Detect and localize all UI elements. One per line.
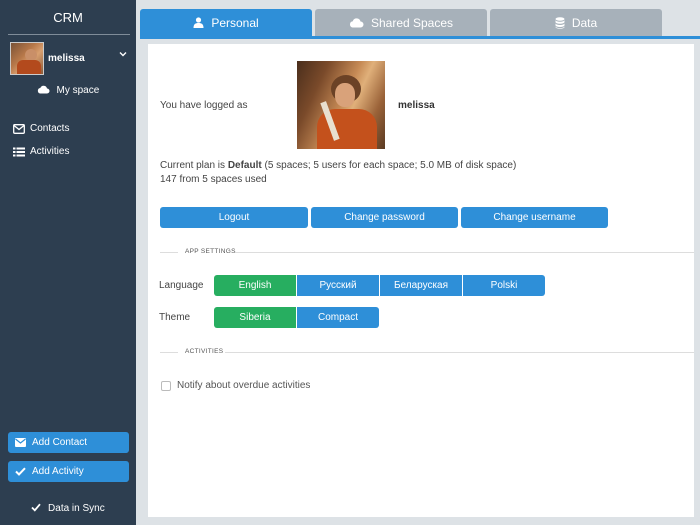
- avatar: [297, 61, 385, 149]
- user-icon: [193, 17, 204, 28]
- add-activity-button[interactable]: Add Activity: [8, 461, 129, 482]
- language-option-belarusian[interactable]: Беларуская: [380, 275, 462, 296]
- sidebar-item-label: Contacts: [30, 123, 70, 134]
- check-icon: [15, 467, 26, 476]
- theme-label: Theme: [159, 312, 191, 323]
- tab-label: Shared Spaces: [370, 15, 454, 30]
- change-username-button[interactable]: Change username: [461, 207, 608, 228]
- notify-overdue-toggle[interactable]: Notify about overdue activities: [161, 380, 310, 391]
- plan-info: Current plan is Default (5 spaces; 5 use…: [160, 160, 516, 171]
- logged-as-label: You have logged as: [160, 100, 248, 111]
- usage-info: 147 from 5 spaces used: [160, 174, 267, 185]
- chevron-down-icon[interactable]: [118, 49, 128, 59]
- tab-personal[interactable]: Personal: [140, 9, 312, 36]
- sidebar-item-label: Activities: [30, 146, 70, 157]
- add-contact-button[interactable]: Add Contact: [8, 432, 129, 453]
- change-password-button[interactable]: Change password: [311, 207, 458, 228]
- theme-option-compact[interactable]: Compact: [297, 307, 379, 328]
- envelope-icon: [15, 438, 26, 447]
- plan-details: (5 spaces; 5 users for each space; 5.0 M…: [261, 160, 517, 171]
- logout-button[interactable]: Logout: [160, 207, 308, 228]
- app-title: CRM: [53, 10, 83, 25]
- sidebar-item-activities[interactable]: Activities: [13, 146, 69, 157]
- section-divider: ACTIVITIES: [160, 347, 694, 357]
- section-divider: APP SETTINGS: [160, 247, 694, 257]
- database-icon: [555, 16, 565, 29]
- check-icon: [31, 503, 41, 512]
- language-option-polish[interactable]: Polski: [463, 275, 545, 296]
- plan-prefix: Current plan is: [160, 160, 228, 171]
- section-title: ACTIVITIES: [185, 348, 224, 355]
- notify-overdue-checkbox[interactable]: [161, 380, 171, 391]
- tab-label: Personal: [211, 15, 259, 30]
- avatar: [10, 42, 44, 75]
- personal-panel: You have logged as melissa Current plan …: [148, 44, 694, 517]
- cloud-icon: [37, 85, 50, 94]
- list-icon: [13, 147, 25, 156]
- tab-bar: Personal Shared Spaces Data: [140, 9, 690, 37]
- tab-indicator: [140, 36, 700, 39]
- tab-shared-spaces[interactable]: Shared Spaces: [315, 9, 487, 36]
- add-activity-label: Add Activity: [32, 466, 84, 477]
- sync-status-label: Data in Sync: [48, 503, 105, 514]
- sidebar-item-contacts[interactable]: Contacts: [13, 123, 69, 134]
- section-title: APP SETTINGS: [185, 248, 236, 255]
- sync-status: Data in Sync: [0, 503, 136, 514]
- sidebar: CRM melissa My space Contacts Activities: [0, 0, 136, 525]
- user-menu[interactable]: melissa: [8, 40, 130, 76]
- username-display: melissa: [398, 100, 435, 111]
- divider: [8, 34, 130, 35]
- language-label: Language: [159, 280, 204, 291]
- my-space-label: My space: [56, 85, 100, 96]
- cloud-icon: [349, 17, 364, 27]
- tab-data[interactable]: Data: [490, 9, 662, 36]
- my-space-link[interactable]: My space: [0, 85, 136, 96]
- notify-overdue-label: Notify about overdue activities: [177, 380, 311, 391]
- theme-option-siberia[interactable]: Siberia: [214, 307, 296, 328]
- language-option-russian[interactable]: Русский: [297, 275, 379, 296]
- language-option-english[interactable]: English: [214, 275, 296, 296]
- envelope-icon: [13, 123, 25, 134]
- tab-label: Data: [571, 15, 598, 30]
- add-contact-label: Add Contact: [32, 437, 88, 448]
- plan-name: Default: [227, 160, 262, 171]
- user-name: melissa: [48, 53, 85, 64]
